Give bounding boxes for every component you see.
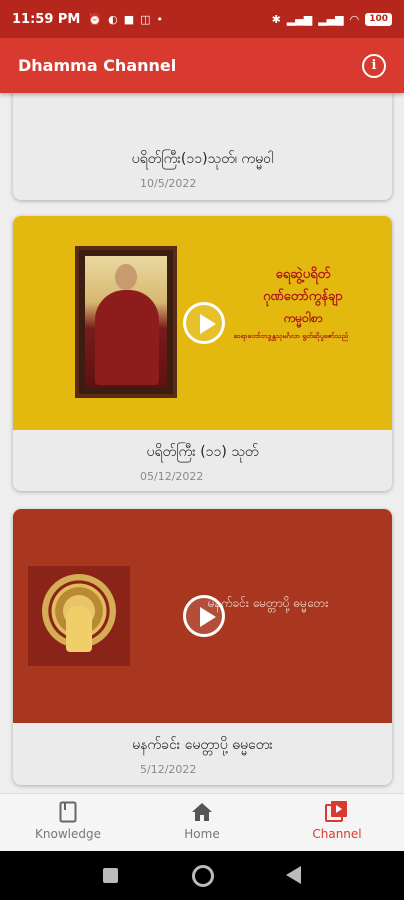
video-title: မနက်ခင်း မေတ္တာပို့ ဓမ္မတေး: [132, 737, 273, 753]
play-icon[interactable]: [183, 595, 225, 637]
video-card[interactable]: ပရိတ်ကြီး(၁၁)သုတ်၊ ကမ္မဝါ 10/5/2022: [13, 93, 392, 200]
nav-item-knowledge[interactable]: Knowledge: [8, 800, 128, 841]
signal-icon: ▂▄▆: [318, 12, 344, 26]
video-card[interactable]: မနက်ခင်း မေတ္တာပို့ ဓမ္မတေး မနက်ခင်း မေတ…: [13, 509, 392, 785]
video-title: ပရိတ်ကြီး(၁၁)သုတ်၊ ကမ္မဝါ: [131, 151, 274, 167]
home-icon: [142, 800, 262, 824]
play-icon[interactable]: [183, 302, 225, 344]
nav-label: Channel: [312, 827, 362, 841]
back-button[interactable]: [286, 866, 301, 884]
square-icon: ■: [123, 12, 135, 26]
recents-button[interactable]: [103, 868, 118, 883]
video-library-icon: [277, 800, 397, 824]
portrait-image: [75, 246, 177, 398]
nav-label: Home: [184, 827, 220, 841]
video-date: 5/12/2022: [140, 763, 197, 776]
video-thumbnail[interactable]: မနက်ခင်း မေတ္တာပို့ ဓမ္မတေး: [13, 509, 392, 723]
thumbnail-text: ရေဆွဲ့ပရိတ်: [275, 267, 331, 282]
dot-icon: •: [156, 12, 164, 26]
app-title: Dhamma Channel: [18, 56, 177, 75]
buddha-image: [28, 566, 130, 666]
thumbnail-text: ကမ္မဝါစာ: [283, 311, 323, 325]
battery-indicator: 100: [365, 12, 392, 26]
video-list[interactable]: ပရိတ်ကြီး(၁၁)သုတ်၊ ကမ္မဝါ 10/5/2022 ရေဆွ…: [0, 93, 404, 793]
nav-item-home[interactable]: Home: [142, 800, 262, 841]
status-system-icons: ✱ ▂▄▆ ▂▄▆ ◠ 100: [271, 12, 392, 26]
bluetooth-icon: ✱: [271, 12, 281, 26]
nav-item-channel[interactable]: Channel: [277, 800, 397, 841]
signal-icon: ▂▄▆: [286, 12, 313, 26]
video-thumbnail[interactable]: ရေဆွဲ့ပရိတ် ဂုဏ်တော်ကွန်ချာ ကမ္မဝါစာ ဆရာ…: [13, 216, 392, 430]
info-icon[interactable]: i: [362, 53, 386, 78]
app-bar: Dhamma Channel i: [0, 38, 404, 93]
alarm-icon: ⏰: [88, 12, 103, 26]
status-notification-icons: ⏰ ◐ ■ ◫ •: [88, 13, 163, 26]
circle-icon: ◐: [108, 12, 118, 26]
bottom-navigation: Knowledge Home Channel: [0, 793, 404, 851]
thumbnail-text: ဂုဏ်တော်ကွန်ချာ: [263, 289, 343, 304]
nav-label: Knowledge: [35, 827, 101, 841]
status-bar: 11:59 PM ⏰ ◐ ■ ◫ • ✱ ▂▄▆ ▂▄▆ ◠ 100: [0, 0, 404, 38]
video-title: ပရိတ်ကြီး (၁၁) သုတ်: [146, 444, 259, 460]
video-date: 10/5/2022: [140, 177, 197, 190]
system-navigation-bar: [0, 851, 404, 900]
home-button[interactable]: [192, 865, 214, 887]
video-date: 05/12/2022: [140, 470, 204, 483]
wifi-icon: ◠: [349, 12, 360, 26]
book-icon: [8, 800, 128, 824]
video-card[interactable]: ရေဆွဲ့ပရိတ် ဂုဏ်တော်ကွန်ချာ ကမ္မဝါစာ ဆရာ…: [13, 216, 392, 491]
status-time: 11:59 PM: [12, 11, 81, 27]
chat-icon: ◫: [140, 12, 151, 26]
